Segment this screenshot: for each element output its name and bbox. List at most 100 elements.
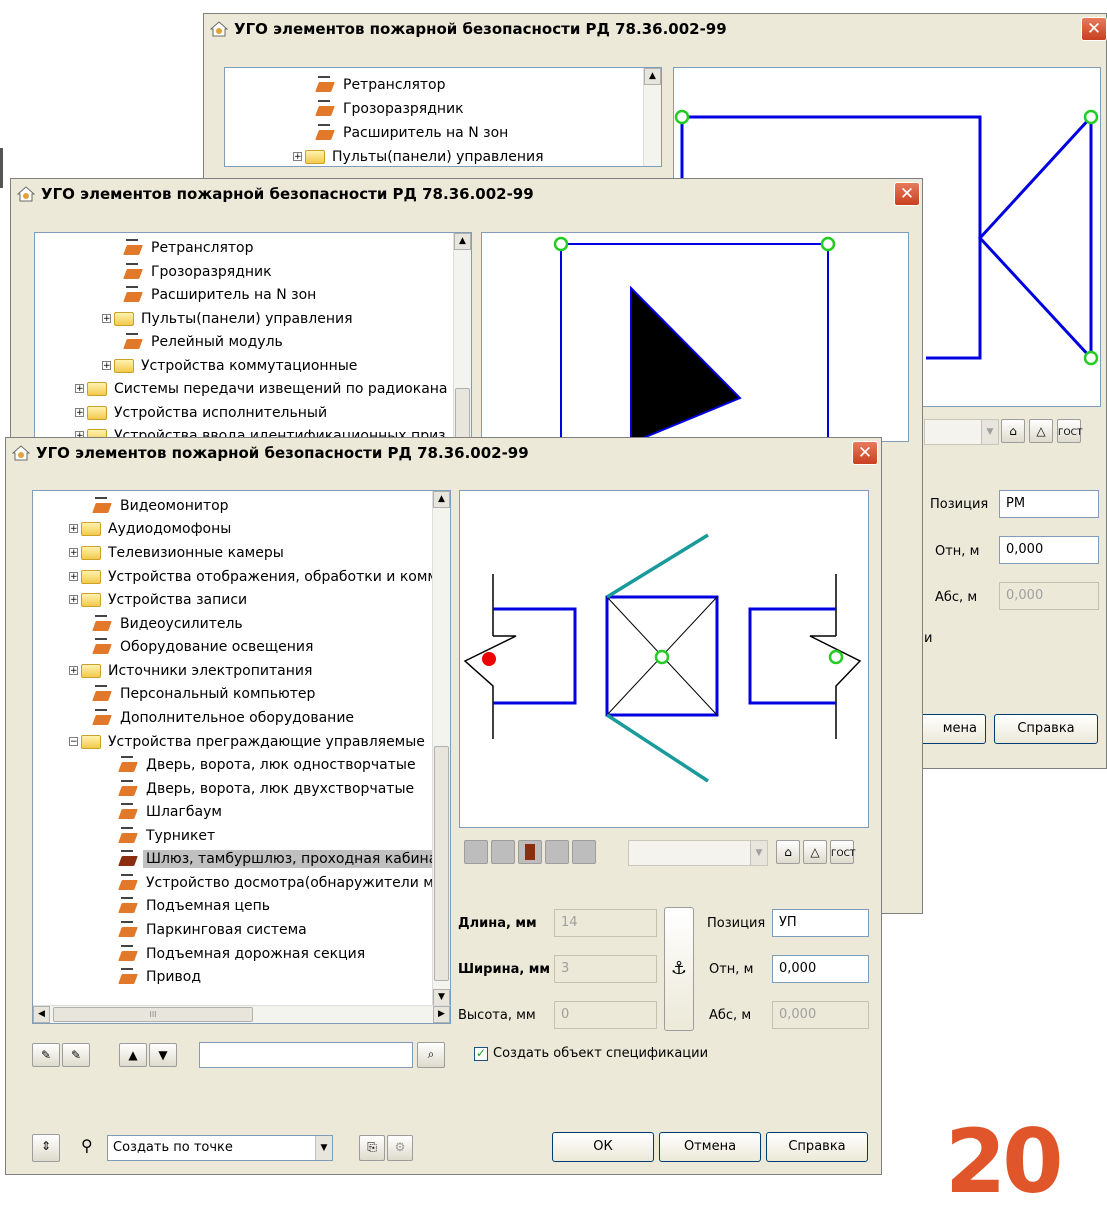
shape-1-button[interactable] — [464, 840, 488, 864]
tree-item[interactable]: Шлагбаум — [118, 800, 225, 823]
help-button[interactable]: Справка — [766, 1132, 868, 1162]
height-label: Высота, мм — [458, 1008, 536, 1023]
tree-scrollbar[interactable]: ▲ — [643, 68, 661, 166]
tree-item[interactable]: Расширитель на N зон — [123, 283, 319, 306]
tree-item[interactable]: Видеоусилитель — [92, 612, 246, 635]
expand-icon[interactable]: + — [293, 152, 302, 162]
chevron-down-icon[interactable]: ▼ — [315, 1136, 332, 1160]
view-outline-button[interactable]: △ — [1029, 419, 1053, 443]
tree-item[interactable]: + Устройства записи — [69, 588, 250, 611]
move-down-button[interactable]: ▼ — [149, 1043, 177, 1067]
tree-item[interactable]: + Пульты(панели) управления — [102, 307, 356, 330]
rel-input[interactable]: 0,000 — [999, 536, 1099, 564]
scroll-up-icon[interactable]: ▲ — [433, 491, 450, 508]
tree-item[interactable]: Грозоразрядник — [315, 97, 467, 120]
scroll-right-icon[interactable]: ▶ — [433, 1006, 450, 1023]
close-button[interactable]: ✕ — [1081, 17, 1107, 41]
collapse-icon[interactable]: − — [69, 737, 78, 747]
expand-icon[interactable]: + — [75, 384, 84, 394]
scroll-left-icon[interactable]: ◀ — [33, 1006, 50, 1023]
view-combo[interactable]: ▼ — [628, 840, 768, 866]
tree-item[interactable]: + Системы передачи извещений по радиокана — [75, 377, 451, 400]
height-input: 0 — [554, 1001, 657, 1029]
tree-item[interactable]: Расширитель на N зон — [315, 121, 511, 144]
tree-item[interactable]: Дверь, ворота, люк двухстворчатые — [118, 777, 417, 800]
chevron-down-icon[interactable]: ▼ — [981, 420, 998, 444]
tree-item[interactable]: Ретранслятор — [315, 73, 449, 96]
expand-icon[interactable]: + — [69, 548, 78, 558]
tree-item[interactable]: Видеомонитор — [92, 494, 232, 517]
tree-item[interactable]: + Телевизионные камеры — [69, 541, 287, 564]
expand-icon[interactable]: + — [69, 666, 78, 676]
view-gost-button[interactable]: ГОСТ — [1057, 419, 1082, 443]
view-home-button[interactable]: ⌂ — [776, 840, 800, 864]
close-button[interactable]: ✕ — [894, 182, 920, 206]
edit-1-button[interactable]: ✎ — [32, 1043, 60, 1067]
scroll-down-icon[interactable]: ▼ — [433, 989, 450, 1006]
tree-scrollbar[interactable]: ▲ ▼ — [432, 491, 450, 1006]
scroll-thumb[interactable] — [434, 746, 449, 981]
search-icon[interactable]: ⌕ — [417, 1042, 445, 1068]
mode-select[interactable]: Создать по точке ▼ — [107, 1135, 333, 1161]
tree-item[interactable]: Турникет — [118, 824, 218, 847]
tree-item[interactable]: + Устройства коммутационные — [102, 354, 360, 377]
tree-hscrollbar[interactable]: ◀ III ▶ — [33, 1005, 450, 1023]
tree-item[interactable]: Подъемная дорожная секция — [118, 942, 368, 965]
tree-item[interactable]: + Устройства отображения, обработки и ком… — [69, 565, 441, 588]
export-button[interactable]: ⎘ — [359, 1135, 385, 1161]
tree-item[interactable]: Персональный компьютер — [92, 682, 318, 705]
tree-item[interactable]: Оборудование освещения — [92, 635, 316, 658]
cancel-button[interactable]: Отмена — [659, 1132, 761, 1162]
chevron-down-icon[interactable]: ▼ — [750, 841, 767, 865]
tree-item[interactable]: Дополнительное оборудование — [92, 706, 357, 729]
edit-2-button[interactable]: ✎ — [62, 1043, 90, 1067]
shape-3-button[interactable] — [518, 840, 542, 864]
tree-item[interactable]: Релейный модуль — [123, 330, 286, 353]
scroll-up-icon[interactable]: ▲ — [644, 68, 661, 85]
tree-item[interactable]: Паркинговая система — [118, 918, 310, 941]
view-home-button[interactable]: ⌂ — [1001, 419, 1025, 443]
view-outline-button[interactable]: △ — [803, 840, 827, 864]
view-gost-button[interactable]: ГОСТ — [830, 840, 855, 864]
ok-button[interactable]: ОК — [552, 1132, 654, 1162]
scroll-hthumb[interactable]: III — [53, 1007, 253, 1022]
tree-scrollbar[interactable]: ▲ — [453, 233, 471, 441]
tree-item[interactable]: + Устройства исполнительный — [75, 401, 330, 424]
rel-input[interactable]: 0,000 — [772, 955, 869, 983]
tree-item[interactable]: − Устройства преграждающие управляемые — [69, 730, 428, 753]
tree-item[interactable]: Ретранслятор — [123, 236, 257, 259]
shape-2-button[interactable] — [491, 840, 515, 864]
move-up-button[interactable]: ▲ — [119, 1043, 147, 1067]
expand-icon[interactable]: + — [75, 408, 84, 418]
position-input[interactable]: УП — [772, 909, 869, 937]
tree-item[interactable]: Привод — [118, 965, 204, 988]
search-input[interactable] — [199, 1042, 413, 1068]
tree-item[interactable]: Грозоразрядник — [123, 260, 275, 283]
shape-4-button[interactable] — [545, 840, 569, 864]
view-combo[interactable]: ▼ — [924, 419, 999, 445]
shape-5-button[interactable] — [572, 840, 596, 864]
toggle-button[interactable]: ⇕ — [32, 1134, 60, 1162]
tree-item[interactable]: Дверь, ворота, люк одностворчатые — [118, 753, 419, 776]
close-button[interactable]: ✕ — [852, 441, 878, 465]
settings-button[interactable]: ⚙ — [387, 1135, 413, 1161]
tree-item[interactable]: + Источники электропитания — [69, 659, 315, 682]
expand-icon[interactable]: + — [69, 595, 78, 605]
app-home-icon — [12, 445, 30, 461]
scroll-thumb[interactable] — [455, 388, 470, 441]
tree-item[interactable]: Шлюз, тамбуршлюз, проходная кабина — [118, 847, 441, 870]
element-icon — [118, 849, 140, 868]
expand-icon[interactable]: + — [69, 524, 78, 534]
create-spec-checkbox[interactable]: ✓ — [474, 1047, 488, 1061]
expand-icon[interactable]: + — [102, 361, 111, 371]
expand-icon[interactable]: + — [69, 572, 78, 582]
position-input[interactable]: РМ — [999, 490, 1099, 518]
expand-icon[interactable]: + — [102, 314, 111, 324]
scroll-up-icon[interactable]: ▲ — [454, 233, 471, 250]
anchor-button[interactable]: ⚓ — [664, 907, 694, 1031]
help-button[interactable]: Справка — [994, 714, 1098, 744]
tree-item[interactable]: Устройство досмотра(обнаружители мет — [118, 871, 450, 894]
tree-item[interactable]: + Аудиодомофоны — [69, 517, 234, 540]
tree-item[interactable]: Подъемная цепь — [118, 894, 273, 917]
tree-item[interactable]: + Пульты(панели) управления — [293, 145, 547, 166]
